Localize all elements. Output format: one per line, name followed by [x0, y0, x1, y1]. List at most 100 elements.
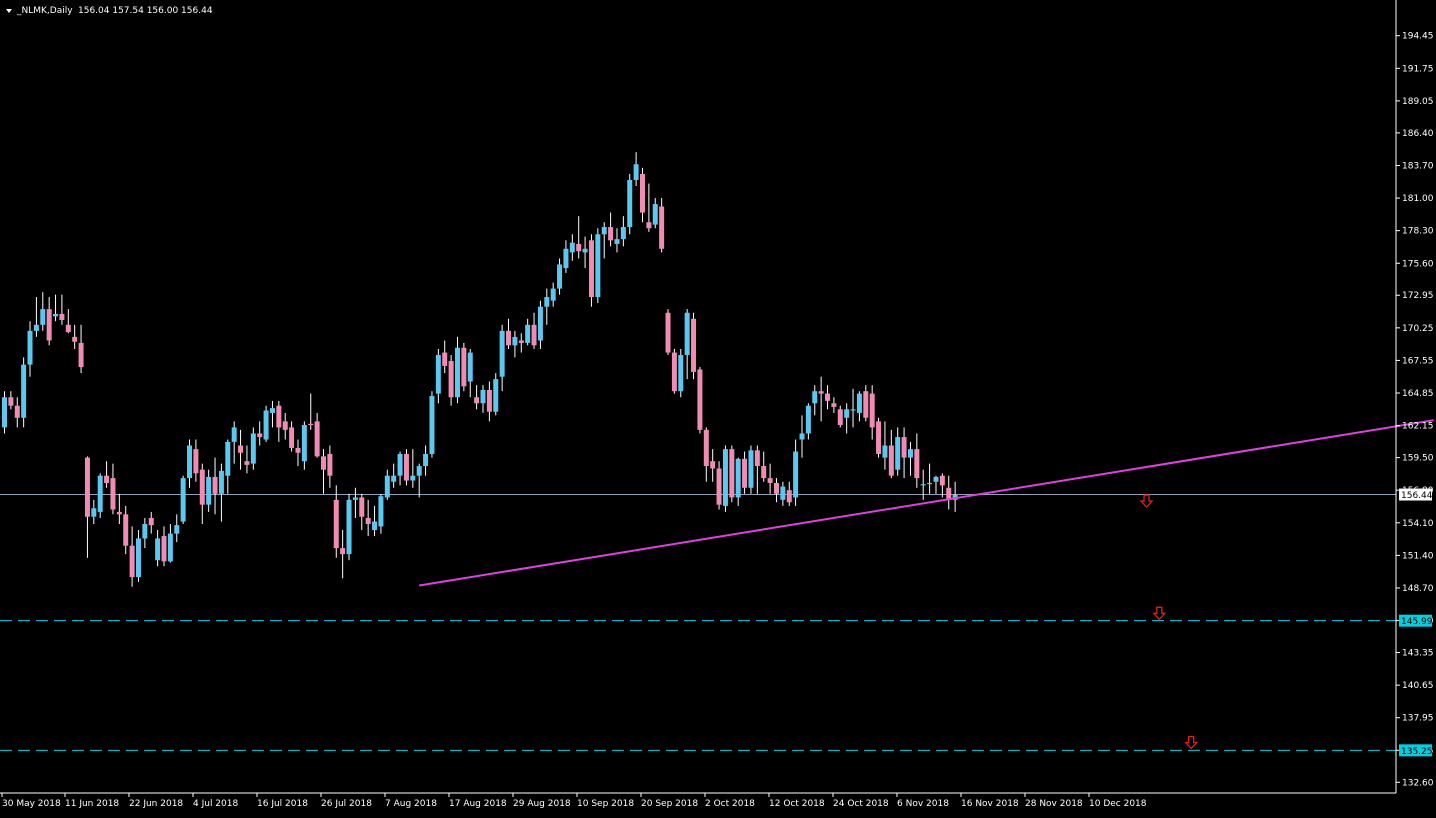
candle-body — [627, 179, 633, 228]
time-tick-label: 17 Aug 2018 — [449, 799, 507, 809]
candle-15 — [97, 473, 103, 518]
current-price-badge: 156.44 — [1399, 488, 1433, 501]
candle-body — [506, 330, 512, 346]
time-tick-label: 20 Sep 2018 — [641, 799, 698, 809]
candle-body — [21, 364, 27, 418]
candle-body — [263, 410, 269, 440]
time-tick-label: 30 May 2018 — [2, 799, 61, 809]
price-chart[interactable]: 194.45 191.75 189.05 186.40 183.70 181.00 178.… — [0, 0, 1436, 814]
candle-body — [225, 441, 231, 476]
candle-body — [882, 445, 888, 458]
candle-body — [8, 397, 14, 406]
time-tick-label: 28 Nov 2018 — [1025, 799, 1083, 809]
candle-body — [652, 204, 658, 225]
candle-body — [97, 475, 103, 512]
level-badge-2-label: 135.25 — [1401, 747, 1433, 757]
price-tick-label: 159.50 — [1402, 454, 1434, 464]
candle-body — [844, 409, 850, 418]
time-tick-label: 22 Jun 2018 — [129, 799, 183, 809]
candle-body — [403, 453, 409, 481]
candle-body — [927, 482, 933, 485]
candle-body — [563, 248, 569, 269]
candle-body — [793, 451, 799, 498]
candle-93 — [595, 228, 601, 304]
candle-body — [276, 405, 282, 428]
candle-body — [238, 445, 244, 453]
candle-body — [378, 496, 384, 527]
candle-body — [2, 397, 7, 428]
candle-body — [391, 475, 397, 482]
candle-body — [435, 354, 441, 394]
candle-body — [295, 447, 301, 453]
candle-body — [78, 342, 84, 368]
candle-104 — [665, 309, 671, 355]
chart-window[interactable]: 194.45 191.75 189.05 186.40 183.70 181.00 178.… — [0, 0, 1436, 814]
price-tick-label: 148.70 — [1402, 584, 1434, 594]
time-tick-label: 24 Oct 2018 — [833, 799, 889, 809]
price-tick-label: 189.05 — [1402, 97, 1434, 107]
candle-body — [308, 423, 314, 426]
candle-body — [512, 336, 518, 346]
candle-body — [914, 449, 920, 479]
candle-body — [72, 336, 78, 342]
time-tick-label: 7 Aug 2018 — [385, 799, 437, 809]
time-tick-label: 10 Dec 2018 — [1089, 799, 1147, 809]
candle-body — [582, 248, 588, 253]
candle-body — [104, 475, 110, 483]
price-tick-label: 194.45 — [1402, 32, 1434, 42]
candle-117 — [748, 445, 754, 494]
time-tick-label: 11 Jun 2018 — [65, 799, 119, 809]
candle-body — [735, 458, 741, 498]
candle-body — [946, 487, 952, 499]
candle-body — [40, 309, 46, 325]
price-tick-label: 191.75 — [1402, 64, 1434, 74]
candle-body — [346, 499, 352, 555]
chart-header: _NLMK,Daily 156.04 157.54 156.00 156.44 — [6, 6, 213, 16]
candle-body — [850, 409, 856, 411]
ohlc-readout: 156.04 157.54 156.00 156.44 — [78, 6, 213, 16]
candle-body — [601, 227, 607, 235]
level-badge-1-label: 145.99 — [1401, 617, 1433, 627]
candle-body — [754, 450, 760, 467]
candle-body — [148, 517, 154, 526]
time-tick-label: 16 Jul 2018 — [257, 799, 308, 809]
current-price-badge-label: 156.44 — [1401, 491, 1433, 501]
candle-body — [474, 397, 480, 404]
candle-body — [250, 433, 256, 464]
candle-63 — [403, 449, 409, 486]
candle-body — [423, 453, 429, 467]
candle-body — [129, 545, 135, 578]
candle-41 — [263, 405, 269, 442]
candle-body — [167, 533, 173, 562]
candle-77 — [493, 373, 499, 416]
candle-body — [14, 405, 20, 418]
price-tick-label: 181.00 — [1402, 194, 1434, 204]
price-tick-label: 140.65 — [1402, 681, 1434, 691]
candle-105 — [671, 348, 677, 394]
price-tick-label: 170.25 — [1402, 324, 1434, 334]
candle-body — [174, 525, 180, 534]
candle-body — [193, 449, 199, 474]
price-tick-label: 167.55 — [1402, 356, 1434, 366]
candle-body — [544, 297, 550, 307]
candle-body — [684, 312, 690, 355]
candle-body — [856, 393, 862, 413]
candle-body — [161, 536, 167, 562]
price-tick-label: 186.40 — [1402, 129, 1434, 139]
candle-body — [155, 538, 161, 561]
candle-body — [614, 239, 620, 244]
candle-body — [767, 478, 773, 483]
candle-body — [863, 391, 869, 418]
candle-body — [352, 497, 358, 500]
time-tick-label: 2 Oct 2018 — [705, 799, 755, 809]
candle-body — [454, 347, 460, 398]
candle-body — [525, 324, 531, 343]
time-tick-label: 16 Nov 2018 — [961, 799, 1019, 809]
candle-54 — [346, 493, 352, 561]
candle-body — [27, 330, 33, 365]
candle-body — [633, 164, 639, 180]
candle-body — [142, 523, 148, 539]
candle-body — [480, 389, 486, 404]
candle-113 — [722, 445, 728, 512]
candle-body — [91, 508, 97, 517]
